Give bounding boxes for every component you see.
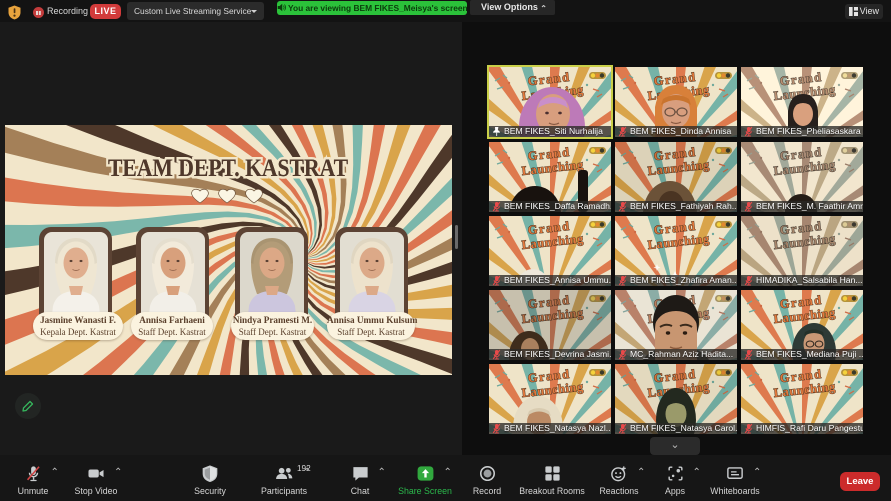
svg-text:TEAM DEPT. KASTRAT: TEAM DEPT. KASTRAT — [108, 155, 348, 182]
